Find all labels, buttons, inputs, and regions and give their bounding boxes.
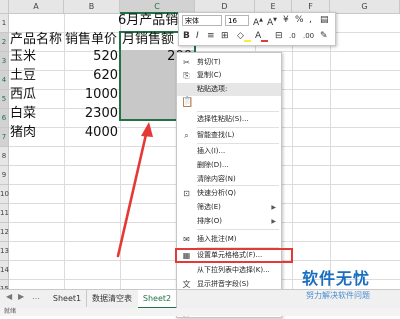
- context-menu-item[interactable]: 排序(O) ▶: [177, 215, 281, 228]
- bold-icon[interactable]: B: [183, 30, 190, 42]
- context-menu-item-label: 从下拉列表中选择(K)...: [197, 266, 270, 274]
- row-header-1[interactable]: 1: [0, 14, 9, 33]
- row-header-8[interactable]: 8: [0, 147, 9, 166]
- borders-dropdown-icon[interactable]: ⊟: [275, 30, 283, 42]
- context-menu-item[interactable]: 选择性粘贴(S)...: [177, 113, 281, 126]
- context-menu-item[interactable]: ✉ 插入批注(M): [177, 233, 281, 246]
- row-header-9[interactable]: 9: [0, 166, 9, 185]
- highlight-box-format-cells: [175, 248, 293, 263]
- watermark-subtitle: 努力解决软件问题: [306, 291, 370, 300]
- row-header-4[interactable]: 4: [0, 71, 9, 90]
- cell-product-name[interactable]: 玉米: [10, 48, 36, 66]
- copy-icon: ⎘: [183, 71, 190, 80]
- scroll-last-icon[interactable]: ▶: [18, 292, 24, 301]
- context-menu-item-label: 智能查找(L): [197, 131, 235, 139]
- row-header-7[interactable]: 7: [0, 128, 9, 147]
- context-menu-item-label: 快速分析(Q): [197, 189, 236, 197]
- row-header-3[interactable]: 3: [0, 52, 9, 71]
- row-header-2[interactable]: 2: [0, 33, 9, 52]
- context-menu-item[interactable]: ⊡ 快速分析(Q): [177, 187, 281, 200]
- font-name-box[interactable]: 宋体: [182, 15, 222, 26]
- row-header-15[interactable]: 15: [0, 280, 9, 293]
- font-shrink-icon[interactable]: A▼: [267, 14, 277, 29]
- clipboard-icon: 📋: [181, 97, 194, 108]
- status-bar: 就绪: [0, 308, 400, 316]
- context-menu-item-label: 剪切(T): [197, 58, 221, 66]
- row-header-10[interactable]: 10: [0, 185, 9, 204]
- context-menu-item[interactable]: 📋: [177, 97, 281, 110]
- status-text: 就绪: [4, 308, 17, 315]
- submenu-arrow-icon: ▶: [271, 204, 276, 211]
- decrease-decimal-icon[interactable]: .00: [303, 30, 314, 42]
- format-painter-icon[interactable]: ▤: [320, 14, 329, 26]
- row-header-14[interactable]: 14: [0, 261, 9, 280]
- column-header-a[interactable]: A: [9, 0, 64, 14]
- row-header-6[interactable]: 6: [0, 109, 9, 128]
- tab-data-clear[interactable]: 数据清空表: [86, 290, 139, 307]
- align-icon[interactable]: ≡: [207, 30, 215, 42]
- column-header-g[interactable]: G: [330, 0, 400, 14]
- search-icon: ⌕: [184, 131, 189, 140]
- row-header-13[interactable]: 13: [0, 242, 9, 261]
- header-monthly-sales[interactable]: 月销售额: [122, 31, 174, 49]
- row-header-12[interactable]: 12: [0, 223, 9, 242]
- context-menu-item-label: 插入批注(M): [197, 235, 237, 243]
- scissors-icon: ✂: [183, 58, 190, 67]
- format-painter-brush-icon[interactable]: ✎: [320, 30, 328, 42]
- cell-unit-price[interactable]: 1000: [64, 86, 118, 104]
- cell-product-name[interactable]: 西瓜: [10, 86, 36, 104]
- context-menu-item[interactable]: ✂ 剪切(T): [177, 56, 281, 69]
- font-color-icon[interactable]: A: [255, 30, 269, 42]
- row-header-5[interactable]: 5: [0, 90, 9, 109]
- cell-product-name[interactable]: 猪肉: [10, 124, 36, 142]
- context-menu-item[interactable]: ⎘ 复制(C): [177, 69, 281, 82]
- quick-analysis-icon: ⊡: [183, 189, 190, 198]
- context-menu-item-label: 筛选(E): [197, 203, 221, 211]
- context-menu-item-label: 粘贴选项:: [197, 85, 228, 93]
- comment-icon: ✉: [183, 235, 190, 244]
- italic-icon[interactable]: I: [196, 30, 199, 42]
- cell-product-name[interactable]: 土豆: [10, 67, 36, 85]
- tab-sheet1[interactable]: Sheet1: [48, 290, 87, 307]
- borders-icon[interactable]: ⊞: [221, 30, 229, 42]
- context-menu-item[interactable]: 筛选(E) ▶: [177, 201, 281, 214]
- context-menu-item[interactable]: 删除(D)...: [177, 159, 281, 172]
- submenu-arrow-icon: ▶: [271, 218, 276, 225]
- font-size-box[interactable]: 16: [225, 15, 249, 26]
- currency-icon[interactable]: ¥: [283, 14, 289, 26]
- tab-overflow-icon[interactable]: …: [32, 292, 40, 301]
- context-menu-item[interactable]: 粘贴选项:: [177, 83, 281, 96]
- context-menu-item[interactable]: 插入(I)...: [177, 145, 281, 158]
- cell-unit-price[interactable]: 520: [64, 48, 118, 66]
- mini-toolbar: 宋体 16 A▲ A▼ ¥ % , ▤ B I ≡ ⊞ ◇ A ⊟ .0 .00…: [178, 12, 336, 46]
- annotation-arrow: [116, 122, 153, 258]
- context-menu: ✂ 剪切(T) ⎘ 复制(C) 粘贴选项: 📋 选择性粘贴(S)... ⌕ 智能查找(L) 插入(…: [176, 52, 282, 318]
- header-unit-price[interactable]: 销售单价: [65, 31, 117, 49]
- context-menu-item-label: 插入(I)...: [197, 147, 226, 155]
- scroll-first-icon[interactable]: ◀: [6, 292, 12, 301]
- font-grow-icon[interactable]: A▲: [253, 14, 263, 29]
- context-menu-item-label: 复制(C): [197, 71, 222, 79]
- increase-decimal-icon[interactable]: .0: [289, 30, 296, 42]
- context-menu-item-label: 选择性粘贴(S)...: [197, 115, 249, 123]
- cell-product-name[interactable]: 白菜: [10, 105, 36, 123]
- percent-icon[interactable]: %: [295, 14, 304, 26]
- corner-select-all[interactable]: [0, 0, 9, 14]
- cell-unit-price[interactable]: 620: [64, 67, 118, 85]
- column-header-b[interactable]: B: [64, 0, 120, 14]
- context-menu-item-label: 删除(D)...: [197, 161, 229, 169]
- paste-icon: [181, 84, 192, 95]
- fill-color-icon[interactable]: ◇: [237, 30, 251, 42]
- tab-sheet2[interactable]: Sheet2: [138, 290, 177, 309]
- row-header-11[interactable]: 11: [0, 204, 9, 223]
- comma-icon[interactable]: ,: [309, 14, 312, 26]
- watermark-title: 软件无忧: [302, 269, 371, 288]
- context-menu-item-label: 排序(O): [197, 217, 222, 225]
- context-menu-item[interactable]: 从下拉列表中选择(K)...: [177, 264, 281, 277]
- header-product-name[interactable]: 产品名称: [10, 31, 62, 49]
- context-menu-item[interactable]: ⌕ 智能查找(L): [177, 129, 281, 142]
